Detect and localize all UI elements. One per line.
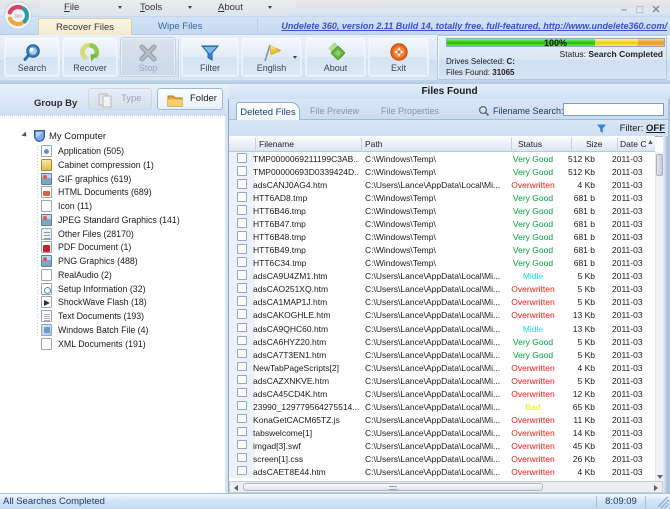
- svg-text:360: 360: [14, 14, 22, 19]
